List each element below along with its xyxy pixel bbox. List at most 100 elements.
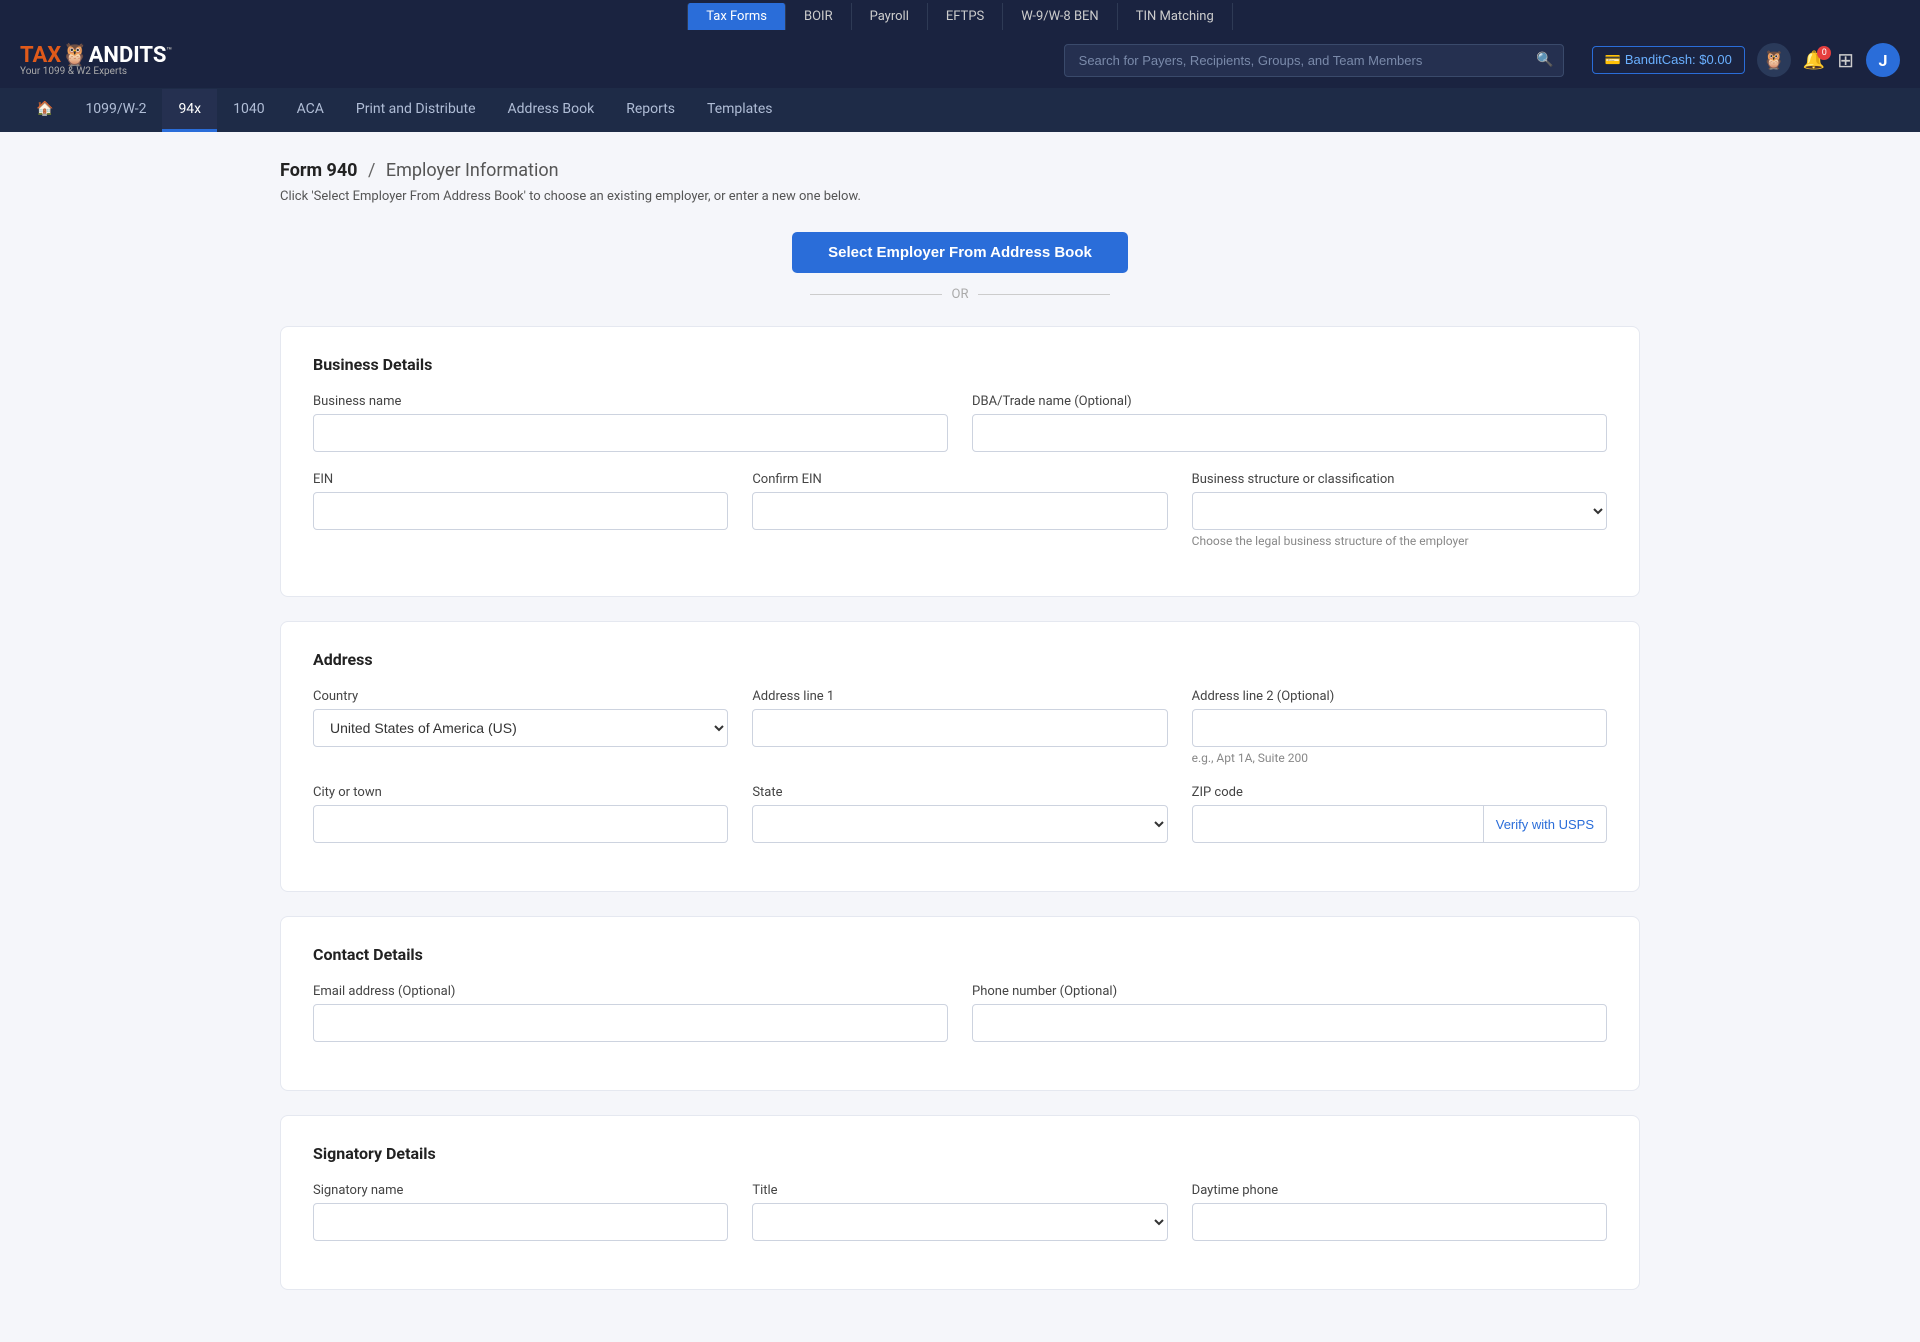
breadcrumb-separator: /	[368, 160, 375, 181]
main-header: TAX🦉ANDITS™ Your 1099 & W2 Experts 🔍 💳Ba…	[0, 32, 1920, 88]
zip-row: Verify with USPS	[1192, 805, 1607, 843]
sub-nav-templates[interactable]: Templates	[691, 89, 789, 132]
address-line1-label: Address line 1	[752, 689, 1167, 704]
city-input[interactable]	[313, 805, 728, 843]
top-nav-tax-forms[interactable]: Tax Forms	[687, 3, 786, 30]
email-input[interactable]	[313, 1004, 948, 1042]
business-name-group: Business name	[313, 394, 948, 452]
apps-grid-icon[interactable]: ⊞	[1837, 48, 1854, 72]
email-label: Email address (Optional)	[313, 984, 948, 999]
contact-details-title: Contact Details	[313, 945, 1607, 964]
state-select[interactable]: Alabama Alaska Arizona Arkansas Californ…	[752, 805, 1167, 843]
dba-name-group: DBA/Trade name (Optional)	[972, 394, 1607, 452]
or-divider: OR	[810, 287, 1110, 302]
top-nav-w9-w8ben[interactable]: W-9/W-8 BEN	[1003, 3, 1117, 30]
email-group: Email address (Optional)	[313, 984, 948, 1042]
country-group: Country United States of America (US) Ca…	[313, 689, 728, 765]
dba-name-input[interactable]	[972, 414, 1607, 452]
city-group: City or town	[313, 785, 728, 843]
contact-row: Email address (Optional) Phone number (O…	[313, 984, 1607, 1042]
business-structure-label: Business structure or classification	[1192, 472, 1607, 487]
sub-nav-address-book[interactable]: Address Book	[492, 89, 611, 132]
confirm-ein-group: Confirm EIN	[752, 472, 1167, 548]
ein-row: EIN Confirm EIN Business structure or cl…	[313, 472, 1607, 548]
home-icon: 🏠	[36, 101, 53, 117]
page-content: Form 940 / Employer Information Click 'S…	[240, 132, 1680, 1342]
phone-group: Phone number (Optional)	[972, 984, 1607, 1042]
owl-avatar-icon[interactable]: 🦉	[1757, 43, 1791, 77]
breadcrumb: Form 940 / Employer Information	[280, 160, 1640, 181]
city-label: City or town	[313, 785, 728, 800]
sub-nav-aca[interactable]: ACA	[281, 89, 340, 132]
notification-bell[interactable]: 🔔 0	[1803, 50, 1825, 71]
search-bar: 🔍	[1064, 44, 1564, 77]
title-group: Title Owner President Vice President CFO…	[752, 1183, 1167, 1241]
zip-input[interactable]	[1192, 805, 1484, 843]
business-name-row: Business name DBA/Trade name (Optional)	[313, 394, 1607, 452]
notification-badge: 0	[1817, 46, 1831, 60]
top-nav-eftps[interactable]: EFTPS	[928, 3, 1003, 30]
confirm-ein-input[interactable]	[752, 492, 1167, 530]
ein-group: EIN	[313, 472, 728, 548]
breadcrumb-page-name: Employer Information	[386, 160, 559, 181]
business-details-title: Business Details	[313, 355, 1607, 374]
search-input[interactable]	[1064, 44, 1564, 77]
ein-input[interactable]	[313, 492, 728, 530]
address-line2-input[interactable]	[1192, 709, 1607, 747]
business-structure-helper: Choose the legal business structure of t…	[1192, 534, 1607, 548]
daytime-phone-input[interactable]	[1192, 1203, 1607, 1241]
business-structure-group: Business structure or classification Sol…	[1192, 472, 1607, 548]
dba-name-label: DBA/Trade name (Optional)	[972, 394, 1607, 409]
signatory-row: Signatory name Title Owner President Vic…	[313, 1183, 1607, 1241]
address-line2-group: Address line 2 (Optional) e.g., Apt 1A, …	[1192, 689, 1607, 765]
signatory-name-group: Signatory name	[313, 1183, 728, 1241]
top-nav-tin-matching[interactable]: TIN Matching	[1118, 3, 1233, 30]
business-name-input[interactable]	[313, 414, 948, 452]
page-subtitle: Click 'Select Employer From Address Book…	[280, 189, 1640, 204]
business-structure-select[interactable]: Sole Proprietor Partnership Corporation …	[1192, 492, 1607, 530]
ein-label: EIN	[313, 472, 728, 487]
sub-nav-print-distribute[interactable]: Print and Distribute	[340, 89, 492, 132]
address-card: Address Country United States of America…	[280, 621, 1640, 892]
sub-nav-home[interactable]: 🏠	[20, 89, 69, 132]
address-row2: City or town State Alabama Alaska Arizon…	[313, 785, 1607, 843]
top-nav-boir[interactable]: BOIR	[786, 3, 852, 30]
state-label: State	[752, 785, 1167, 800]
daytime-phone-label: Daytime phone	[1192, 1183, 1607, 1198]
address-line2-label: Address line 2 (Optional)	[1192, 689, 1607, 704]
sub-nav-1099-w2[interactable]: 1099/W-2	[69, 89, 162, 132]
title-label: Title	[752, 1183, 1167, 1198]
verify-usps-button[interactable]: Verify with USPS	[1484, 805, 1607, 843]
daytime-phone-group: Daytime phone	[1192, 1183, 1607, 1241]
signatory-details-card: Signatory Details Signatory name Title O…	[280, 1115, 1640, 1290]
signatory-name-input[interactable]	[313, 1203, 728, 1241]
breadcrumb-form-name: Form 940	[280, 160, 358, 181]
sub-nav-1040[interactable]: 1040	[217, 89, 280, 132]
header-right-controls: 💳BanditCash: $0.00 🦉 🔔 0 ⊞ J	[1592, 43, 1900, 77]
phone-label: Phone number (Optional)	[972, 984, 1607, 999]
zip-label: ZIP code	[1192, 785, 1607, 800]
title-select[interactable]: Owner President Vice President CFO CEO O…	[752, 1203, 1167, 1241]
phone-input[interactable]	[972, 1004, 1607, 1042]
bandit-cash-button[interactable]: 💳BanditCash: $0.00	[1592, 46, 1745, 74]
business-name-label: Business name	[313, 394, 948, 409]
confirm-ein-label: Confirm EIN	[752, 472, 1167, 487]
contact-details-card: Contact Details Email address (Optional)…	[280, 916, 1640, 1091]
address-title: Address	[313, 650, 1607, 669]
sub-nav-94x[interactable]: 94x	[162, 89, 217, 132]
logo-text: TAX🦉ANDITS™	[20, 43, 172, 68]
country-select[interactable]: United States of America (US) Canada Mex…	[313, 709, 728, 747]
sub-navigation: 🏠 1099/W-2 94x 1040 ACA Print and Distri…	[0, 88, 1920, 132]
signatory-name-label: Signatory name	[313, 1183, 728, 1198]
address-line1-input[interactable]	[752, 709, 1167, 747]
logo-subtitle: Your 1099 & W2 Experts	[20, 66, 127, 77]
top-nav-payroll[interactable]: Payroll	[852, 3, 928, 30]
business-details-card: Business Details Business name DBA/Trade…	[280, 326, 1640, 597]
user-avatar[interactable]: J	[1866, 43, 1900, 77]
search-icon[interactable]: 🔍	[1536, 52, 1553, 68]
select-employer-button[interactable]: Select Employer From Address Book	[792, 232, 1128, 273]
address-row1: Country United States of America (US) Ca…	[313, 689, 1607, 765]
address-line2-helper: e.g., Apt 1A, Suite 200	[1192, 751, 1607, 765]
sub-nav-reports[interactable]: Reports	[610, 89, 691, 132]
signatory-details-title: Signatory Details	[313, 1144, 1607, 1163]
